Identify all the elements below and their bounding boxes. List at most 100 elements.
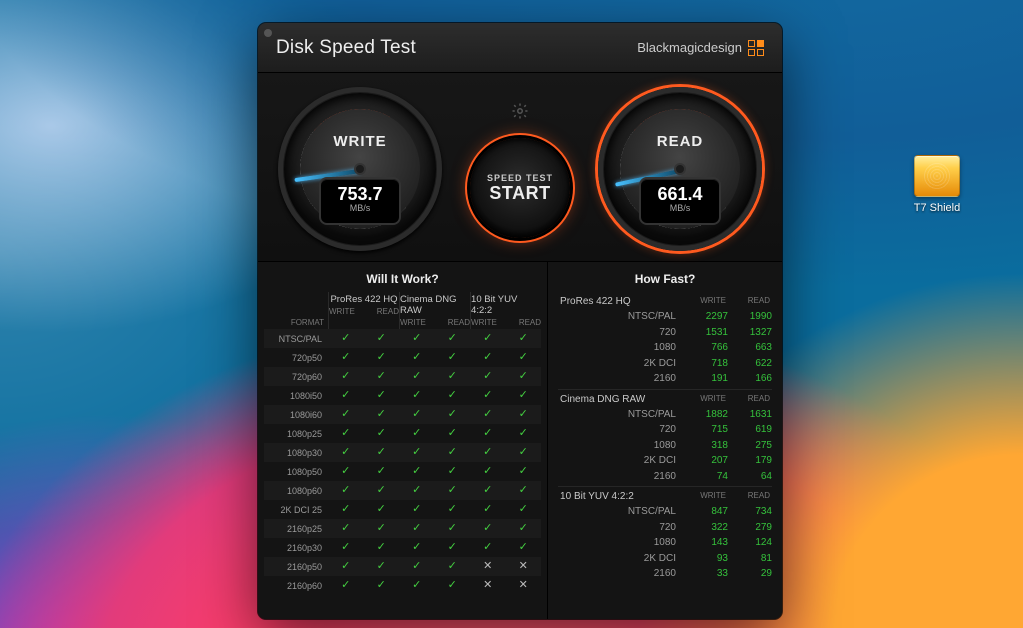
fps-write: 718 (684, 358, 728, 369)
start-button[interactable]: SPEED TEST START (470, 138, 570, 238)
fps-write: 766 (684, 342, 728, 353)
gauge-panel: WRITE 753.7 MB/s SPEED TEST START READ (258, 73, 782, 262)
check-icon: ✓ (506, 466, 542, 477)
check-icon: ✓ (364, 580, 400, 591)
fps-read: 179 (728, 455, 772, 466)
check-icon: ✓ (435, 409, 471, 420)
fps-write: 2297 (684, 311, 728, 322)
table-row: 1080766663 (558, 340, 772, 356)
cross-icon: ✕ (506, 580, 542, 591)
cross-icon: ✕ (470, 580, 506, 591)
check-icon: ✓ (399, 428, 435, 439)
check-icon: ✓ (364, 371, 400, 382)
check-icon: ✓ (328, 466, 364, 477)
fps-write: 1531 (684, 327, 728, 338)
desktop-drive-icon[interactable]: T7 Shield (902, 155, 972, 215)
check-icon: ✓ (399, 561, 435, 572)
format-label: 720p60 (264, 372, 328, 382)
fps-write: 93 (684, 553, 728, 564)
check-icon: ✓ (364, 333, 400, 344)
check-icon: ✓ (328, 371, 364, 382)
table-row: 1080p30✓✓✓✓✓✓ (264, 443, 541, 462)
resolution-label: NTSC/PAL (558, 311, 684, 322)
check-icon: ✓ (399, 333, 435, 344)
check-icon: ✓ (328, 523, 364, 534)
check-icon: ✓ (435, 333, 471, 344)
resolution-label: NTSC/PAL (558, 506, 684, 517)
table-row: 2K DCI 25✓✓✓✓✓✓ (264, 500, 541, 519)
check-icon: ✓ (364, 504, 400, 515)
format-label: 1080p25 (264, 429, 328, 439)
check-icon: ✓ (435, 466, 471, 477)
table-row: 2K DCI718622 (558, 356, 772, 372)
read-gauge: READ 661.4 MB/s (598, 87, 762, 251)
fps-read: 124 (728, 537, 772, 548)
col-read: READ (726, 296, 770, 307)
check-icon: ✓ (435, 561, 471, 572)
will-it-work-title: Will It Work? (258, 268, 547, 292)
write-gauge: WRITE 753.7 MB/s (278, 87, 442, 251)
resolution-label: 2160 (558, 373, 684, 384)
check-icon: ✓ (399, 485, 435, 496)
table-row: 2160p60✓✓✓✓✕✕ (264, 576, 541, 595)
fps-read: 1631 (728, 409, 772, 420)
check-icon: ✓ (470, 485, 506, 496)
format-label: 2160p60 (264, 581, 328, 591)
resolution-label: 2160 (558, 471, 684, 482)
resolution-label: 720 (558, 327, 684, 338)
read-readout: 661.4 MB/s (641, 179, 719, 223)
fps-write: 715 (684, 424, 728, 435)
check-icon: ✓ (364, 447, 400, 458)
check-icon: ✓ (435, 504, 471, 515)
check-icon: ✓ (399, 542, 435, 553)
resolution-label: 2K DCI (558, 455, 684, 466)
check-icon: ✓ (435, 523, 471, 534)
table-row: 1080318275 (558, 438, 772, 454)
table-row: 720p60✓✓✓✓✓✓ (264, 367, 541, 386)
resolution-label: 1080 (558, 440, 684, 451)
check-icon: ✓ (435, 447, 471, 458)
check-icon: ✓ (399, 390, 435, 401)
fps-read: 279 (728, 522, 772, 533)
titlebar[interactable]: Disk Speed Test Blackmagicdesign (258, 23, 782, 73)
check-icon: ✓ (328, 447, 364, 458)
resolution-label: 2K DCI (558, 553, 684, 564)
check-icon: ✓ (364, 466, 400, 477)
check-icon: ✓ (470, 333, 506, 344)
close-icon[interactable] (264, 29, 272, 37)
resolution-label: 720 (558, 522, 684, 533)
check-icon: ✓ (506, 485, 542, 496)
check-icon: ✓ (399, 447, 435, 458)
resolution-label: 1080 (558, 537, 684, 548)
fps-read: 275 (728, 440, 772, 451)
table-row: 720p50✓✓✓✓✓✓ (264, 348, 541, 367)
check-icon: ✓ (470, 428, 506, 439)
format-label: 2K DCI 25 (264, 505, 328, 515)
check-icon: ✓ (328, 428, 364, 439)
resolution-label: 2160 (558, 568, 684, 579)
fps-read: 622 (728, 358, 772, 369)
check-icon: ✓ (435, 542, 471, 553)
check-icon: ✓ (435, 390, 471, 401)
check-icon: ✓ (364, 523, 400, 534)
fps-read: 663 (728, 342, 772, 353)
check-icon: ✓ (399, 466, 435, 477)
gear-icon[interactable] (509, 100, 531, 122)
codec-name: ProRes 422 HQ (560, 296, 682, 307)
how-fast-panel: How Fast? ProRes 422 HQWRITEREADNTSC/PAL… (548, 262, 782, 619)
drive-label: T7 Shield (910, 201, 964, 215)
table-row: 21607464 (558, 469, 772, 485)
table-row: 2160p30✓✓✓✓✓✓ (264, 538, 541, 557)
table-row: 1080i50✓✓✓✓✓✓ (264, 386, 541, 405)
resolution-label: 2K DCI (558, 358, 684, 369)
window-title: Disk Speed Test (276, 37, 416, 59)
table-row: NTSC/PAL18821631 (558, 407, 772, 423)
format-label: 720p50 (264, 353, 328, 363)
table-row: 720322279 (558, 520, 772, 536)
check-icon: ✓ (364, 390, 400, 401)
fps-write: 847 (684, 506, 728, 517)
format-label: 1080p30 (264, 448, 328, 458)
fps-read: 166 (728, 373, 772, 384)
check-icon: ✓ (399, 352, 435, 363)
check-icon: ✓ (364, 409, 400, 420)
